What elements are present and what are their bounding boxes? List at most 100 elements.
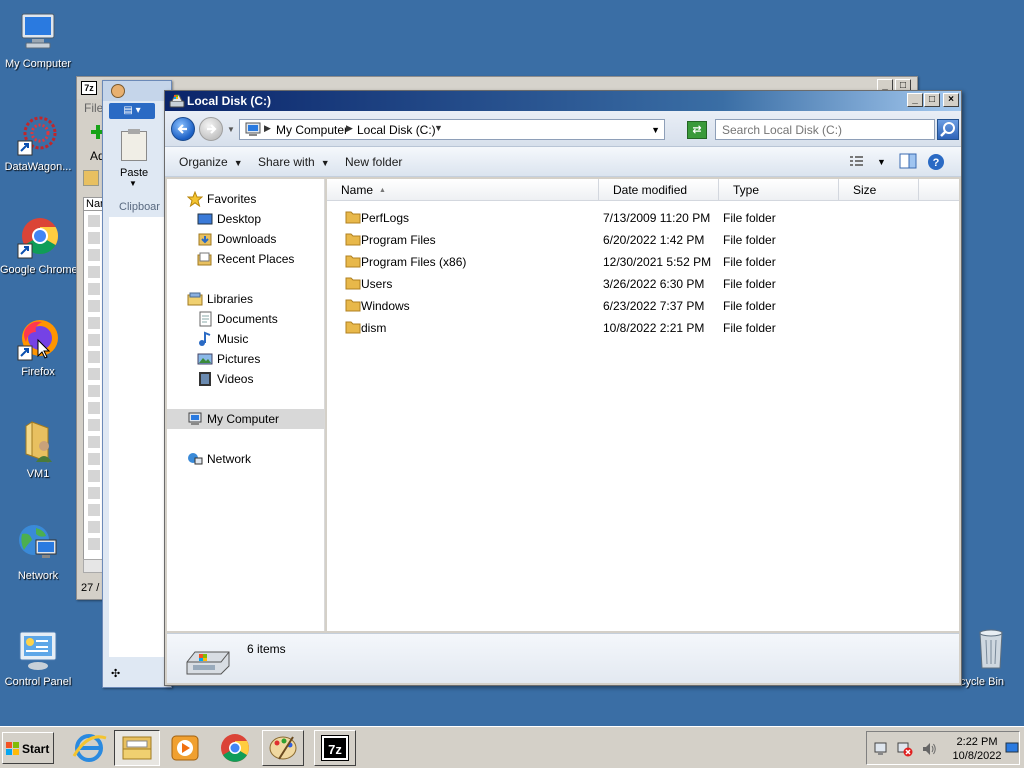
file-row[interactable]: Users 3/26/2022 6:30 PM File folder [327,273,959,295]
breadcrumb-local-disk[interactable]: Local Disk (C:) [357,123,436,137]
preview-pane-icon[interactable] [899,153,917,172]
paint-menu-button[interactable]: ▤ ▾ [109,103,155,119]
datawagon-icon [16,113,60,157]
file-list-pane[interactable]: Name ▲ Date modified Type Size PerfLogs 7… [327,179,959,631]
nav-favorites[interactable]: Favorites [167,189,324,209]
back-button[interactable] [171,117,195,141]
start-button[interactable]: Start [2,732,54,764]
desktop-icon-firefox[interactable]: Firefox [0,318,76,379]
file-date: 10/8/2022 2:21 PM [603,321,705,335]
recent-pages-dropdown-icon[interactable]: ▼ [227,125,235,134]
clock[interactable]: 2:22 PM 10/8/2022 [949,735,1005,763]
control-panel-icon [16,628,60,672]
column-label: Type [733,183,760,197]
file-type: File folder [723,255,776,269]
view-options-icon[interactable] [849,153,865,172]
search-input[interactable] [716,120,934,140]
file-date: 3/26/2022 6:30 PM [603,277,705,291]
file-name: dism [361,321,387,335]
desktop-icon-label: DataWagon... [4,161,72,173]
forward-button[interactable] [199,117,223,141]
explorer-taskbar-button[interactable] [114,730,160,766]
refresh-button[interactable]: ⇄ [687,121,707,139]
nav-libraries[interactable]: Libraries [167,289,324,309]
explorer-window[interactable]: Local Disk (C:) _ □ × ▼ ▶ My Computer ▶ … [164,90,962,686]
desktop-icon-datawagon[interactable]: DataWagon... [0,113,76,174]
file-type: File folder [723,233,776,247]
paint-icon [111,84,125,98]
file-row[interactable]: PerfLogs 7/13/2009 11:20 PM File folder [327,207,959,229]
volume-icon[interactable] [921,741,937,760]
column-label: Name [341,183,374,197]
desktop-icon-label: Network [17,570,59,582]
address-field[interactable]: ▶ My Computer ▶ Local Disk (C:) ▼ ▼ [239,119,665,140]
file-date: 12/30/2021 5:52 PM [603,255,712,269]
7zip-taskbar-button[interactable]: 7z [314,730,356,766]
file-row[interactable]: Program Files (x86) 12/30/2021 5:52 PM F… [327,251,959,273]
status-text: 27 / [81,582,100,594]
7zip-icon: 7z [81,81,97,95]
desktop-icon-control-panel[interactable]: Control Panel [0,628,76,689]
computer-icon [16,10,60,54]
show-desktop-icon[interactable] [1005,741,1019,758]
explorer-icon [122,736,152,760]
desktop-icon-my-computer[interactable]: My Computer [0,10,76,71]
nav-label: Network [207,452,252,466]
column-type[interactable]: Type [719,179,839,201]
nav-desktop[interactable]: Desktop [167,209,324,229]
breadcrumb-my-computer[interactable]: My Computer [276,123,348,137]
close-button[interactable]: × [943,93,959,107]
paint-canvas-area[interactable] [109,217,167,657]
paint-window[interactable]: ▤ ▾ Paste ▼ Clipboar ✣ [102,80,172,688]
file-row[interactable]: Windows 6/23/2022 7:37 PM File folder [327,295,959,317]
nav-network[interactable]: Network [167,449,324,469]
nav-downloads[interactable]: Downloads [167,229,324,249]
explorer-titlebar[interactable]: Local Disk (C:) _ □ × [165,91,961,111]
nav-music[interactable]: Music [167,329,324,349]
new-folder-button[interactable]: New folder [345,155,402,169]
folder-icon [345,276,361,290]
help-icon[interactable]: ? [927,153,945,174]
organize-button[interactable]: Organize ▼ [179,155,243,169]
nav-recent-places[interactable]: Recent Places [167,249,324,269]
search-button[interactable] [937,119,959,140]
file-row[interactable]: dism 10/8/2022 2:21 PM File folder [327,317,959,339]
file-menu[interactable]: File [84,101,103,115]
file-row[interactable]: Program Files 6/20/2022 1:42 PM File fol… [327,229,959,251]
nav-documents[interactable]: Documents [167,309,324,329]
network-error-icon[interactable] [897,741,913,760]
paste-label[interactable]: Paste [120,167,148,179]
action-center-icon[interactable] [873,741,889,760]
recent-places-icon [197,251,213,267]
nav-pictures[interactable]: Pictures [167,349,324,369]
up-folder-icon[interactable] [83,170,99,186]
maximize-button[interactable]: □ [924,93,940,107]
address-history-dropdown-icon[interactable]: ▼ [651,125,660,135]
desktop-icon-vm1[interactable]: VM1 [0,420,76,481]
media-player-taskbar-button[interactable] [164,730,206,766]
desktop-icon-network[interactable]: Network [0,522,76,583]
column-name[interactable]: Name ▲ [327,179,599,201]
paint-taskbar-button[interactable] [262,730,304,766]
paste-dropdown-icon[interactable]: ▼ [129,179,137,188]
windows-flag-icon [6,742,20,759]
recycle-bin-icon [960,628,1004,672]
desktop-icon-label: Control Panel [4,676,72,688]
view-dropdown-icon[interactable]: ▼ [877,157,886,167]
navigation-pane[interactable]: Favorites Desktop Downloads Recent Place… [167,179,325,631]
paste-icon[interactable] [121,129,147,161]
desktop-icon-label: Google Chrome [0,264,78,276]
file-type: File folder [723,299,776,313]
column-size[interactable]: Size [839,179,919,201]
column-date-modified[interactable]: Date modified [599,179,719,201]
desktop-icon-chrome[interactable]: Google Chrome [0,216,78,277]
paint-titlebar[interactable] [103,81,171,101]
share-with-button[interactable]: Share with ▼ [258,155,330,169]
nav-my-computer[interactable]: My Computer [167,409,324,429]
nav-videos[interactable]: Videos [167,369,324,389]
internet-explorer-taskbar-button[interactable] [68,730,110,766]
file-date: 7/13/2009 11:20 PM [603,211,711,225]
chrome-taskbar-button[interactable] [214,730,256,766]
minimize-button[interactable]: _ [907,93,923,107]
search-box[interactable] [715,119,935,140]
